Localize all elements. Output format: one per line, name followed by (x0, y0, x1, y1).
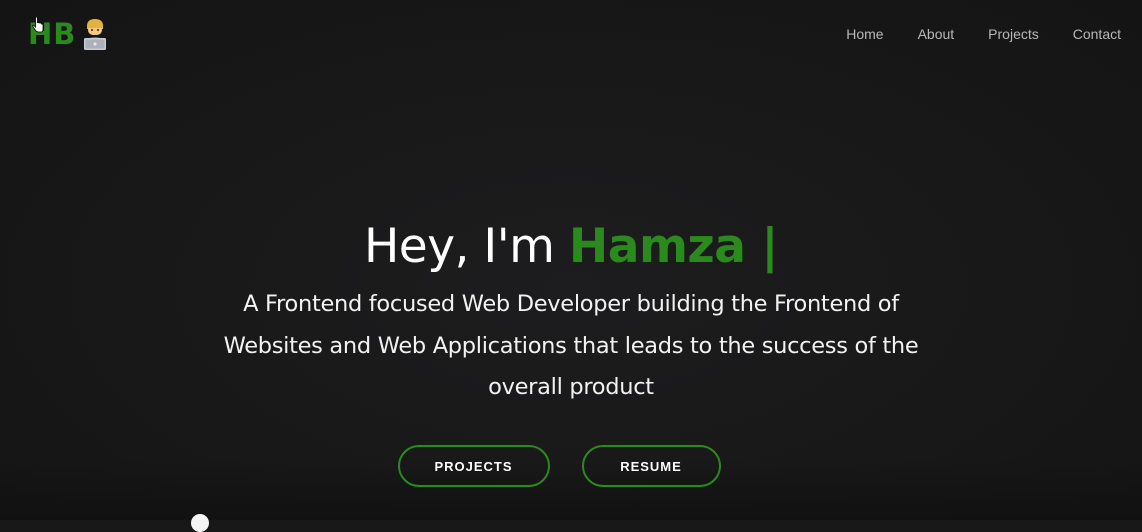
scroll-indicator[interactable] (191, 514, 209, 532)
hero-tagline: A Frontend focused Web Developer buildin… (223, 291, 919, 400)
projects-button[interactable]: PROJECTS (397, 445, 550, 487)
hero-tagline-section: A Frontend focused Web Developer buildin… (0, 284, 1142, 409)
hero-section: Hey, I'm Hamza | (0, 216, 1142, 278)
typing-caret: | (745, 219, 779, 274)
hero-heading: Hey, I'm Hamza | (0, 216, 1142, 278)
site-header: HB Home About Projects Contact (0, 0, 1142, 68)
nav-projects-link[interactable]: Projects (988, 24, 1039, 44)
hero-greeting: Hey, I'm (363, 219, 569, 274)
resume-button[interactable]: RESUME (581, 445, 721, 487)
hero-name: Hamza (568, 219, 746, 274)
mouse-pointer-icon (32, 17, 44, 33)
nav-about-link[interactable]: About (918, 24, 955, 44)
hero-buttons: PROJECTS RESUME (0, 445, 1142, 487)
technologist-emoji-icon (84, 19, 107, 50)
nav-home-link[interactable]: Home (846, 24, 883, 44)
main-nav: Home About Projects Contact (846, 24, 1121, 44)
nav-contact-link[interactable]: Contact (1073, 24, 1121, 44)
